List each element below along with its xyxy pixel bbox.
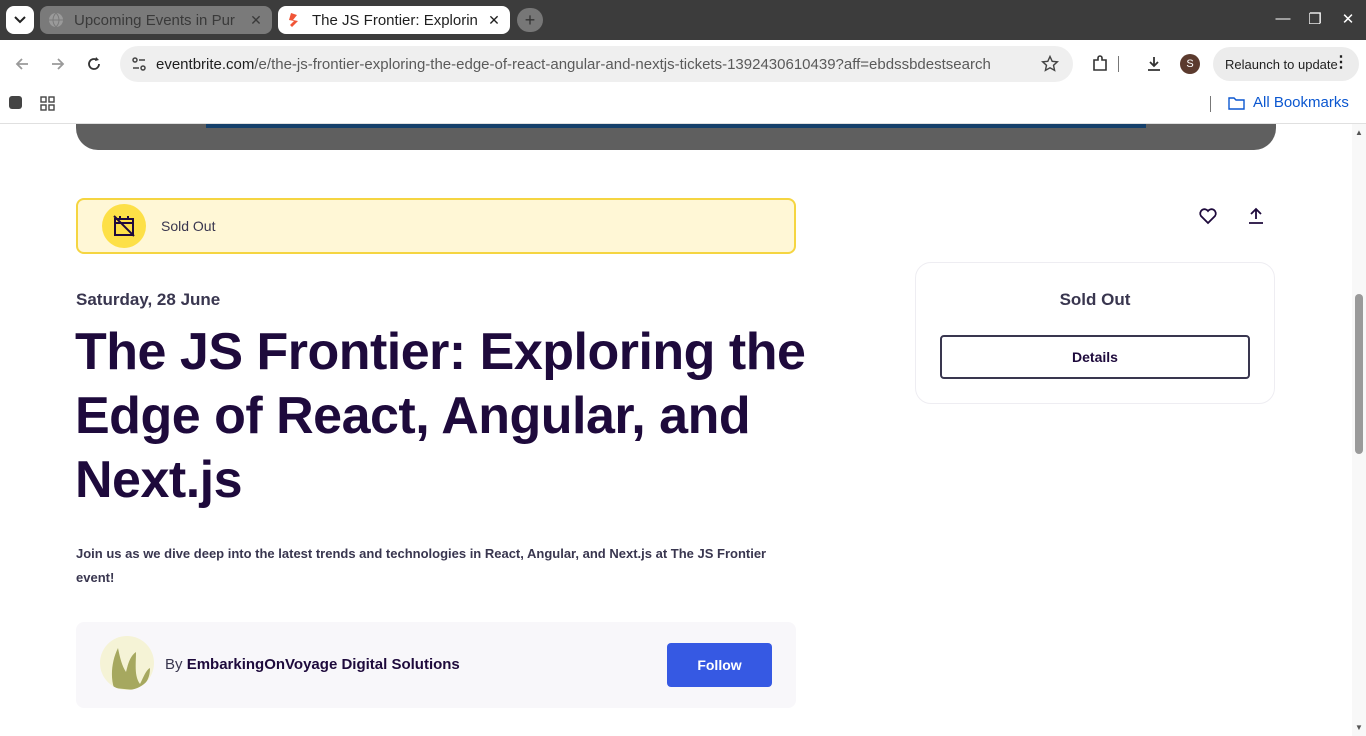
all-bookmarks-label: All Bookmarks — [1253, 94, 1349, 111]
apps-icon[interactable] — [40, 96, 55, 111]
window-close-icon[interactable]: ✕ — [1338, 10, 1358, 28]
tab-upcoming-events[interactable]: Upcoming Events in Pur ✕ — [40, 6, 272, 34]
heart-icon — [1199, 208, 1217, 225]
address-bar[interactable]: eventbrite.com/e/the-js-frontier-explori… — [120, 46, 1073, 82]
organizer-card: By EmbarkingOnVoyage Digital Solutions F… — [76, 622, 796, 708]
browser-toolbar: eventbrite.com/e/the-js-frontier-explori… — [0, 40, 1366, 88]
minimize-icon[interactable]: — — [1273, 10, 1293, 27]
folder-icon — [1228, 96, 1245, 110]
maximize-icon[interactable]: ❐ — [1305, 10, 1325, 28]
tab-strip: Upcoming Events in Pur ✕ The JS Frontier… — [0, 0, 1366, 40]
ticket-status: Sold Out — [1059, 290, 1131, 309]
bookmarks-bar: All Bookmarks — [0, 88, 1366, 124]
star-icon[interactable] — [1041, 55, 1059, 73]
chevron-down-icon — [14, 16, 26, 24]
scroll-thumb[interactable] — [1355, 294, 1363, 454]
plus-icon: + — [524, 9, 536, 30]
site-info-icon[interactable] — [122, 56, 156, 72]
event-hero-image — [76, 124, 1276, 150]
sold-out-banner: Sold Out — [76, 198, 796, 254]
relaunch-label: Relaunch to update — [1225, 56, 1338, 72]
organizer-byline: By EmbarkingOnVoyage Digital Solutions — [165, 656, 460, 673]
tab-title: The JS Frontier: Explorin — [312, 11, 478, 29]
eventbrite-favicon — [289, 13, 298, 27]
tab-search-button[interactable] — [6, 6, 34, 34]
details-button[interactable]: Details — [940, 335, 1250, 379]
new-tab-button[interactable]: + — [517, 8, 543, 32]
share-button[interactable] — [1246, 206, 1266, 231]
url-path: /e/the-js-frontier-exploring-the-edge-of… — [254, 55, 991, 73]
tab-title: Upcoming Events in Pur — [74, 11, 235, 29]
banner-text: Sold Out — [161, 218, 216, 234]
hero-image-strip — [206, 124, 1146, 128]
page-scrollbar[interactable]: ▲ ▼ — [1352, 124, 1366, 736]
page-content: Sold Out Saturday, 28 June The JS Fronti… — [0, 124, 1366, 736]
like-button[interactable] — [1198, 206, 1218, 231]
ticket-card: Sold Out Details — [915, 262, 1275, 404]
relaunch-button[interactable]: Relaunch to update ⋮ — [1213, 47, 1359, 81]
follow-button[interactable]: Follow — [667, 643, 772, 687]
event-title: The JS Frontier: Exploring the Edge of R… — [75, 323, 806, 509]
url-domain: eventbrite.com — [156, 55, 255, 73]
calendar-off-icon — [102, 204, 146, 248]
close-icon[interactable]: ✕ — [486, 12, 502, 29]
event-summary: Join us as we dive deep into the latest … — [76, 546, 767, 585]
download-icon[interactable] — [1144, 54, 1164, 74]
event-date: Saturday, 28 June — [76, 290, 221, 309]
url-text: eventbrite.com/e/the-js-frontier-explori… — [156, 56, 991, 73]
back-icon[interactable] — [12, 54, 32, 74]
toolbar-divider — [1117, 54, 1119, 74]
tab-js-frontier[interactable]: The JS Frontier: Explorin ✕ — [278, 6, 510, 34]
bookmarks-divider — [1210, 96, 1211, 112]
globe-icon — [49, 12, 63, 28]
close-icon[interactable]: ✕ — [248, 12, 264, 29]
organizer-avatar[interactable] — [100, 636, 154, 690]
extensions-icon[interactable] — [1090, 54, 1110, 74]
share-icon — [1249, 207, 1263, 224]
organizer-name[interactable]: EmbarkingOnVoyage Digital Solutions — [187, 656, 460, 673]
menu-dots-icon: ⋮ — [1333, 54, 1349, 71]
all-bookmarks-button[interactable]: All Bookmarks — [1228, 94, 1349, 111]
tab-groups-icon[interactable] — [9, 96, 22, 109]
scroll-up-icon[interactable]: ▲ — [1354, 128, 1364, 137]
organizer-prefix: By — [165, 656, 183, 673]
profile-avatar[interactable]: S — [1180, 54, 1200, 74]
scroll-down-icon[interactable]: ▼ — [1354, 723, 1364, 732]
reload-icon[interactable] — [84, 54, 104, 74]
forward-icon[interactable] — [48, 54, 68, 74]
